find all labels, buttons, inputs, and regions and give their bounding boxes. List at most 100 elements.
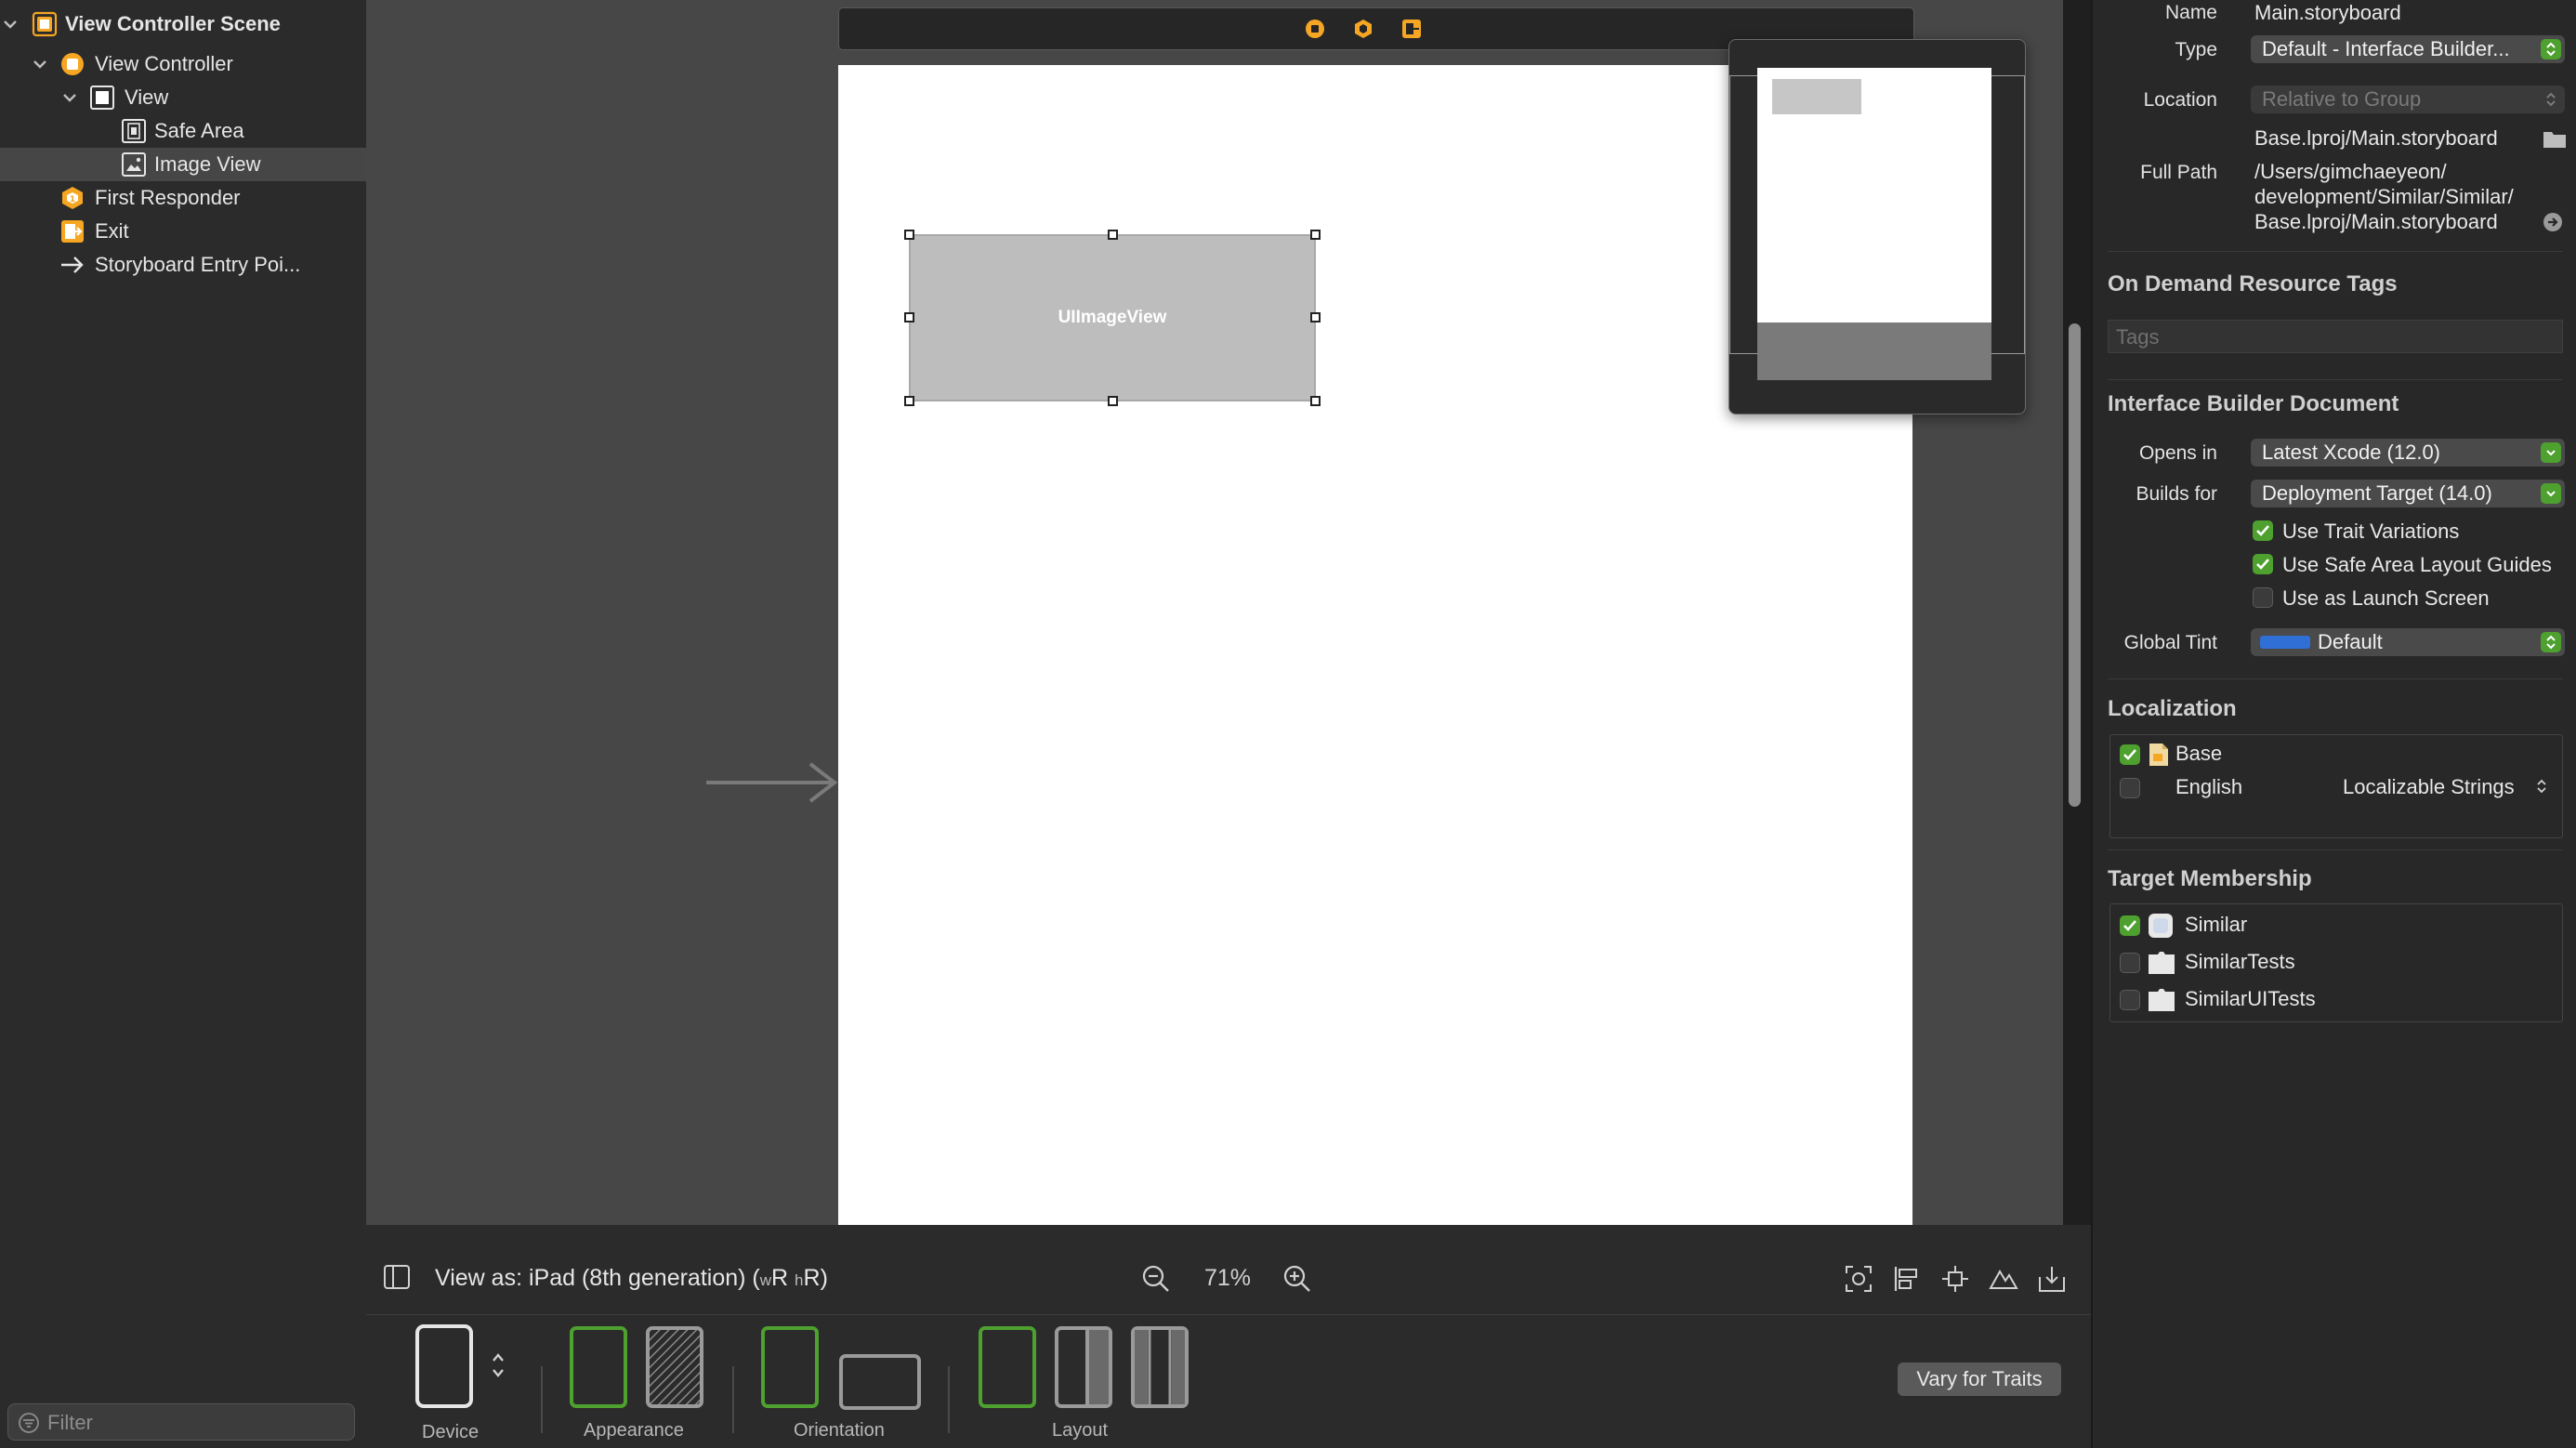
checkmark-icon — [2123, 749, 2136, 760]
builds-for-popup[interactable]: Deployment Target (14.0) — [2251, 480, 2565, 507]
outline-item-label: First Responder — [95, 186, 241, 209]
popup-chevron-icon — [2541, 483, 2561, 504]
minimap-offscreen-area — [1757, 323, 1991, 380]
global-tint-label: Global Tint — [2123, 632, 2217, 653]
storyboard-canvas[interactable]: UIImageView — [366, 0, 2063, 1225]
device-group-label: Device — [422, 1422, 480, 1442]
toggle-outline-icon[interactable] — [383, 1264, 411, 1290]
popup-chevron-icon — [2541, 632, 2561, 652]
full-path-line: /Users/gimchaeyeon/ — [2254, 160, 2447, 183]
outline-item-image-view[interactable]: Image View — [0, 148, 366, 181]
localization-type-popup[interactable]: Localizable Strings — [2343, 775, 2515, 799]
use-trait-variations-checkbox[interactable] — [2253, 520, 2273, 541]
localization-type-stepper-icon[interactable] — [2536, 778, 2547, 795]
chevron-down-icon[interactable] — [32, 56, 48, 72]
align-icon[interactable] — [1892, 1264, 1922, 1294]
chevron-down-icon[interactable] — [2, 16, 19, 33]
global-tint-popup[interactable]: Default — [2251, 628, 2565, 656]
checkmark-icon — [2256, 559, 2269, 570]
device-stepper-icon[interactable] — [491, 1351, 506, 1379]
outline-item-storyboard-entry-point[interactable]: Storyboard Entry Poi... — [0, 248, 366, 282]
full-path-label: Full Path — [2140, 162, 2217, 183]
ui-test-bundle-icon — [2149, 989, 2175, 1011]
outline-item-view[interactable]: View — [0, 81, 366, 114]
target-similaruitests-checkbox[interactable] — [2120, 990, 2140, 1010]
svg-text:1: 1 — [70, 195, 75, 204]
resize-handle-top-left[interactable] — [904, 230, 914, 240]
outline-item-label: View — [125, 86, 169, 109]
appearance-dark-icon[interactable] — [645, 1325, 704, 1409]
resize-handle-bottom-right[interactable] — [1310, 396, 1321, 406]
outline-item-exit[interactable]: Exit — [0, 215, 366, 248]
opens-in-label: Opens in — [2138, 442, 2217, 464]
minimap-image-view — [1772, 79, 1861, 114]
resize-handle-top-right[interactable] — [1310, 230, 1321, 240]
vary-for-traits-button[interactable]: Vary for Traits — [1898, 1362, 2061, 1396]
orientation-portrait-icon[interactable] — [760, 1325, 820, 1409]
first-responder-dock-icon[interactable] — [1352, 18, 1374, 40]
orientation-group-label: Orientation — [794, 1420, 885, 1441]
folder-icon[interactable] — [2543, 128, 2567, 149]
appearance-light-icon[interactable] — [569, 1325, 628, 1409]
document-outline: View Controller Scene View Controller Vi… — [0, 0, 366, 1448]
tint-color-swatch — [2260, 636, 2310, 649]
name-value[interactable]: Main.storyboard — [2254, 1, 2401, 25]
outline-item-view-controller[interactable]: View Controller — [0, 47, 366, 81]
tags-field[interactable]: Tags — [2108, 320, 2563, 353]
view-icon — [90, 86, 114, 110]
reveal-in-finder-arrow-icon[interactable] — [2543, 212, 2563, 232]
canvas-minimap[interactable] — [1728, 39, 2026, 415]
type-popup[interactable]: Default - Interface Builder... — [2251, 35, 2565, 63]
location-value: Relative to Group — [2262, 87, 2422, 111]
view-as-label[interactable]: View as: iPad (8th generation) (wR hR) — [435, 1265, 828, 1292]
section-divider — [2108, 251, 2563, 252]
section-divider — [2108, 849, 2563, 850]
exit-dock-icon[interactable] — [1400, 18, 1423, 40]
storyboard-entry-arrow-icon[interactable] — [706, 760, 838, 805]
layout-group-label: Layout — [1052, 1420, 1109, 1441]
exit-icon — [61, 220, 84, 243]
use-safe-area-layout-guides-checkbox[interactable] — [2253, 554, 2273, 574]
resize-handle-left[interactable] — [904, 312, 914, 323]
checkmark-icon — [2123, 920, 2136, 931]
resize-handle-right[interactable] — [1310, 312, 1321, 323]
image-view[interactable]: UIImageView — [909, 234, 1316, 401]
group-separator — [948, 1366, 950, 1433]
outline-filter-field[interactable]: Filter — [7, 1403, 355, 1441]
resize-handle-top[interactable] — [1108, 230, 1118, 240]
location-popup[interactable]: Relative to Group — [2251, 86, 2565, 113]
vertical-scrollbar[interactable] — [2069, 323, 2081, 807]
target-similartests-checkbox[interactable] — [2120, 953, 2140, 973]
opens-in-popup[interactable]: Latest Xcode (12.0) — [2251, 439, 2565, 467]
tags-placeholder: Tags — [2116, 325, 2160, 349]
localization-base-checkbox[interactable] — [2120, 744, 2140, 765]
add-constraints-icon[interactable] — [1940, 1264, 1970, 1294]
resolve-autolayout-issues-icon[interactable] — [1989, 1264, 2018, 1294]
chevron-down-icon[interactable] — [61, 89, 78, 106]
localization-english-checkbox[interactable] — [2120, 778, 2140, 798]
outline-item-first-responder[interactable]: 1 First Responder — [0, 181, 366, 215]
outline-item-view-controller-scene[interactable]: View Controller Scene — [0, 7, 366, 41]
layout-split-one-third-icon[interactable] — [1130, 1325, 1189, 1409]
update-frames-icon[interactable] — [1844, 1264, 1873, 1294]
ib-document-title: Interface Builder Document — [2108, 391, 2399, 416]
outline-item-label: View Controller — [95, 52, 233, 75]
resize-handle-bottom[interactable] — [1108, 396, 1118, 406]
type-label: Type — [2175, 39, 2217, 60]
view-controller-dock-icon[interactable] — [1304, 18, 1326, 40]
target-similar-checkbox[interactable] — [2120, 915, 2140, 936]
layout-full-icon[interactable] — [978, 1325, 1037, 1409]
orientation-landscape-icon[interactable] — [838, 1353, 922, 1411]
popup-chevron-icon — [2541, 39, 2561, 59]
zoom-out-icon[interactable] — [1141, 1264, 1171, 1294]
resize-handle-bottom-left[interactable] — [904, 396, 914, 406]
use-as-launch-screen-checkbox[interactable] — [2253, 587, 2273, 608]
entry-point-arrow-icon — [61, 257, 84, 273]
outline-item-safe-area[interactable]: Safe Area — [0, 114, 366, 148]
zoom-in-icon[interactable] — [1282, 1264, 1312, 1294]
embed-in-icon[interactable] — [2037, 1264, 2067, 1294]
section-divider — [2108, 379, 2563, 380]
layout-split-two-thirds-icon[interactable] — [1054, 1325, 1113, 1409]
device-ipad-icon[interactable] — [414, 1323, 474, 1411]
checkbox-label: Use Safe Area Layout Guides — [2282, 553, 2552, 576]
